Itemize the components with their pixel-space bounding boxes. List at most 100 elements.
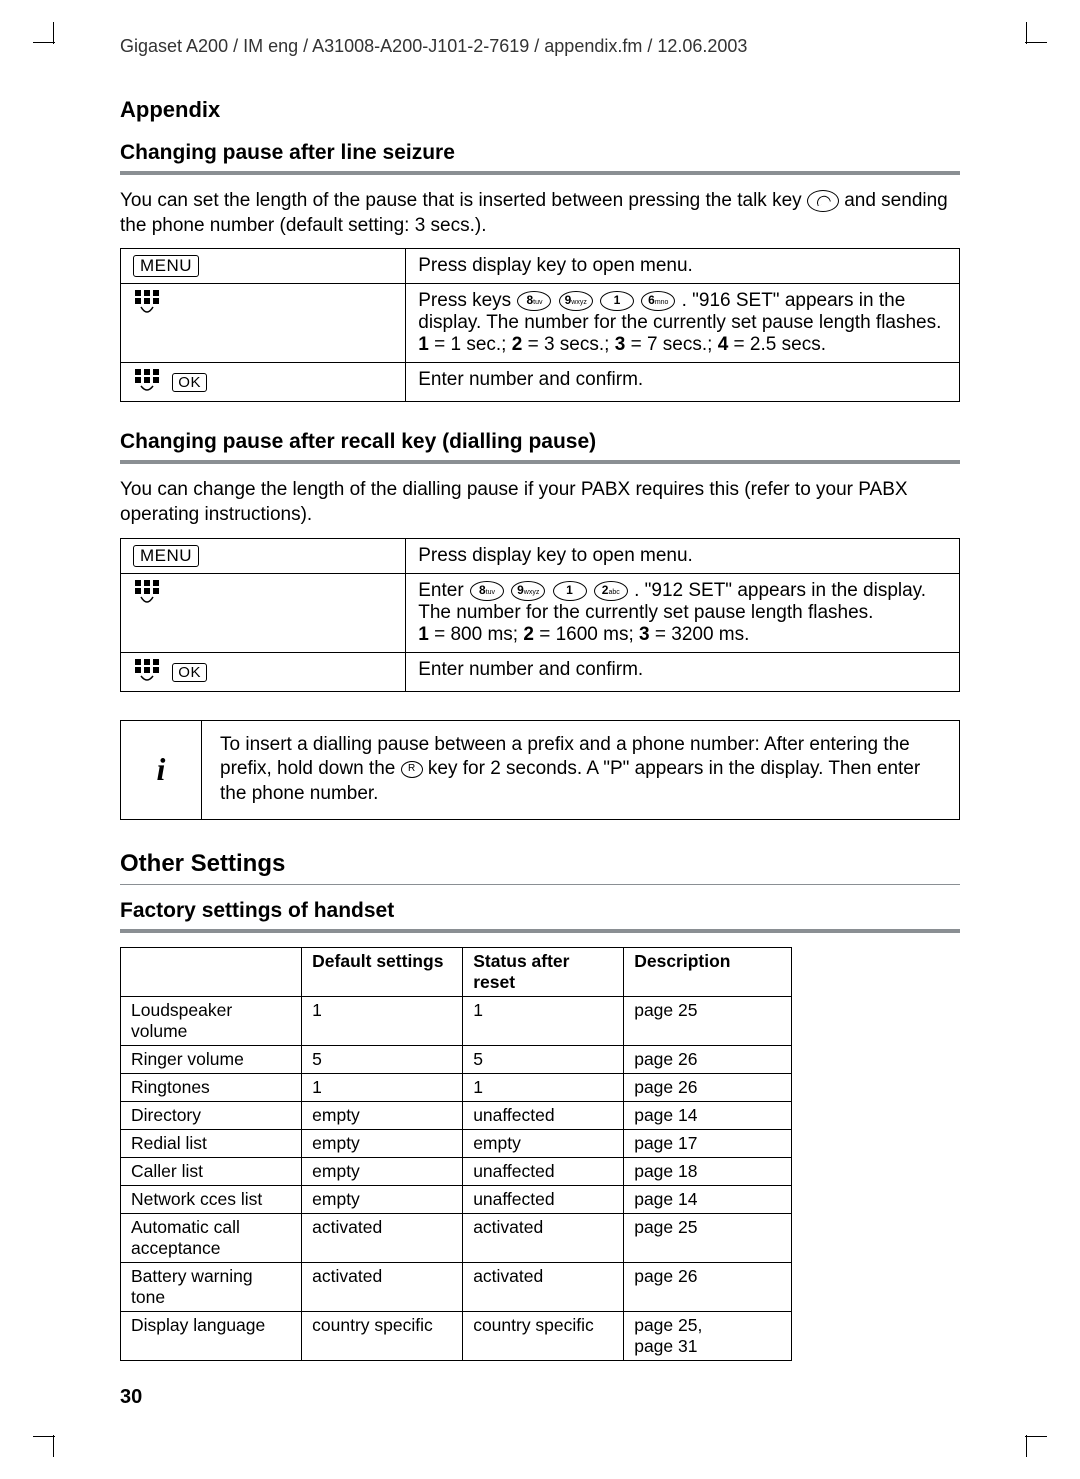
- text: = 1 sec.;: [429, 334, 512, 355]
- rule: [120, 929, 960, 933]
- text: = 1600 ms;: [534, 624, 639, 645]
- text: 1: [418, 334, 429, 355]
- table-row: Redial listemptyemptypage 17: [121, 1130, 792, 1158]
- table-cell: page 26: [624, 1074, 792, 1102]
- table-cell: page 26: [624, 1046, 792, 1074]
- text: 2: [523, 624, 534, 645]
- phone-key-icon: 1: [600, 291, 634, 311]
- table-cell: activated: [463, 1214, 624, 1263]
- menu-key: MENU: [133, 255, 199, 277]
- table-cell: empty: [302, 1186, 463, 1214]
- steps-table-1: MENU Press display key to open menu. Pre…: [120, 248, 960, 402]
- text: 2: [512, 334, 523, 355]
- table-row: Ringer volume55page 26: [121, 1046, 792, 1074]
- heading-factory-settings: Factory settings of handset: [120, 899, 960, 923]
- table-cell: page 25: [624, 1214, 792, 1263]
- intro-text-1: You can set the length of the pause that…: [120, 189, 960, 238]
- table-cell: page 25,page 31: [624, 1312, 792, 1361]
- table-cell: Ringer volume: [121, 1046, 302, 1074]
- table-cell: Battery warning tone: [121, 1263, 302, 1312]
- table-cell: Directory: [121, 1102, 302, 1130]
- menu-key: MENU: [133, 545, 199, 567]
- keypad-icon: [133, 659, 161, 685]
- table-cell: Automatic call acceptance: [121, 1214, 302, 1263]
- keypad-icon: [133, 580, 161, 610]
- info-box: i To insert a dialling pause between a p…: [120, 720, 960, 820]
- table-cell: Redial list: [121, 1130, 302, 1158]
- phone-key-icon: 6mno: [641, 291, 675, 311]
- talk-key-icon: [807, 190, 839, 212]
- table-cell: unaffected: [463, 1158, 624, 1186]
- step-desc: Enter number and confirm.: [406, 363, 960, 402]
- section-appendix: Appendix: [120, 97, 960, 123]
- step-desc: Enter number and confirm.: [406, 652, 960, 691]
- table-cell: 1: [463, 1074, 624, 1102]
- phone-key-icon: 9wxyz: [511, 581, 545, 601]
- step-desc: Press display key to open menu.: [406, 249, 960, 284]
- table-cell: empty: [302, 1102, 463, 1130]
- text: You can set the length of the pause that…: [120, 190, 807, 211]
- table-cell: 1: [463, 997, 624, 1046]
- text: = 800 ms;: [429, 624, 524, 645]
- phone-key-icon: 2abc: [594, 581, 628, 601]
- text: = 7 secs.;: [625, 334, 717, 355]
- table-row: Loudspeaker volume11page 25: [121, 997, 792, 1046]
- table-cell: empty: [302, 1130, 463, 1158]
- table-cell: page 26: [624, 1263, 792, 1312]
- info-text: To insert a dialling pause between a pre…: [202, 721, 959, 819]
- phone-key-icon: 1: [553, 581, 587, 601]
- table-row: Automatic call acceptanceactivatedactiva…: [121, 1214, 792, 1263]
- heading-pause-recall: Changing pause after recall key (diallin…: [120, 430, 960, 454]
- text: 4: [718, 334, 729, 355]
- table-row: Network cces listemptyunaffectedpage 14: [121, 1186, 792, 1214]
- table-cell: 1: [302, 997, 463, 1046]
- ok-key: OK: [172, 373, 207, 392]
- text: 1: [418, 624, 429, 645]
- table-cell: Caller list: [121, 1158, 302, 1186]
- table-cell: 1: [302, 1074, 463, 1102]
- table-cell: Display language: [121, 1312, 302, 1361]
- table-cell: page 14: [624, 1186, 792, 1214]
- intro-text-2: You can change the length of the diallin…: [120, 478, 960, 527]
- table-row: Display languagecountry specificcountry …: [121, 1312, 792, 1361]
- phone-key-icon: 8tuv: [470, 581, 504, 601]
- table-cell: unaffected: [463, 1102, 624, 1130]
- table-header: Description: [624, 948, 792, 997]
- text: 3: [615, 334, 626, 355]
- running-header: Gigaset A200 / IM eng / A31008-A200-J101…: [120, 36, 960, 57]
- page-number: 30: [120, 1386, 142, 1409]
- rule: [120, 171, 960, 175]
- phone-key-icon: 8tuv: [517, 291, 551, 311]
- ok-key: OK: [172, 663, 207, 682]
- heading-pause-line-seizure: Changing pause after line seizure: [120, 141, 960, 165]
- text: 3: [639, 624, 650, 645]
- rule: [120, 460, 960, 464]
- keypad-icon: [133, 290, 161, 320]
- table-cell: unaffected: [463, 1186, 624, 1214]
- table-header: Default settings: [302, 948, 463, 997]
- keypad-icon: [133, 369, 161, 395]
- table-cell: activated: [463, 1263, 624, 1312]
- table-cell: page 25: [624, 997, 792, 1046]
- table-cell: empty: [302, 1158, 463, 1186]
- table-cell: activated: [302, 1214, 463, 1263]
- rule: [120, 884, 960, 886]
- table-row: Directoryemptyunaffectedpage 14: [121, 1102, 792, 1130]
- table-header: [121, 948, 302, 997]
- info-icon: i: [121, 721, 202, 819]
- table-row: Battery warning toneactivatedactivatedpa…: [121, 1263, 792, 1312]
- table-cell: Ringtones: [121, 1074, 302, 1102]
- heading-other-settings: Other Settings: [120, 850, 960, 878]
- table-row: Ringtones11page 26: [121, 1074, 792, 1102]
- text: = 2.5 secs.: [728, 334, 826, 355]
- table-cell: page 17: [624, 1130, 792, 1158]
- table-cell: 5: [463, 1046, 624, 1074]
- table-cell: page 14: [624, 1102, 792, 1130]
- factory-settings-table: Default settingsStatus after resetDescri…: [120, 947, 792, 1361]
- text: Press keys: [418, 290, 516, 311]
- table-header: Status after reset: [463, 948, 624, 997]
- table-cell: 5: [302, 1046, 463, 1074]
- table-cell: country specific: [463, 1312, 624, 1361]
- step-desc: Press display key to open menu.: [406, 538, 960, 573]
- table-cell: Loudspeaker volume: [121, 997, 302, 1046]
